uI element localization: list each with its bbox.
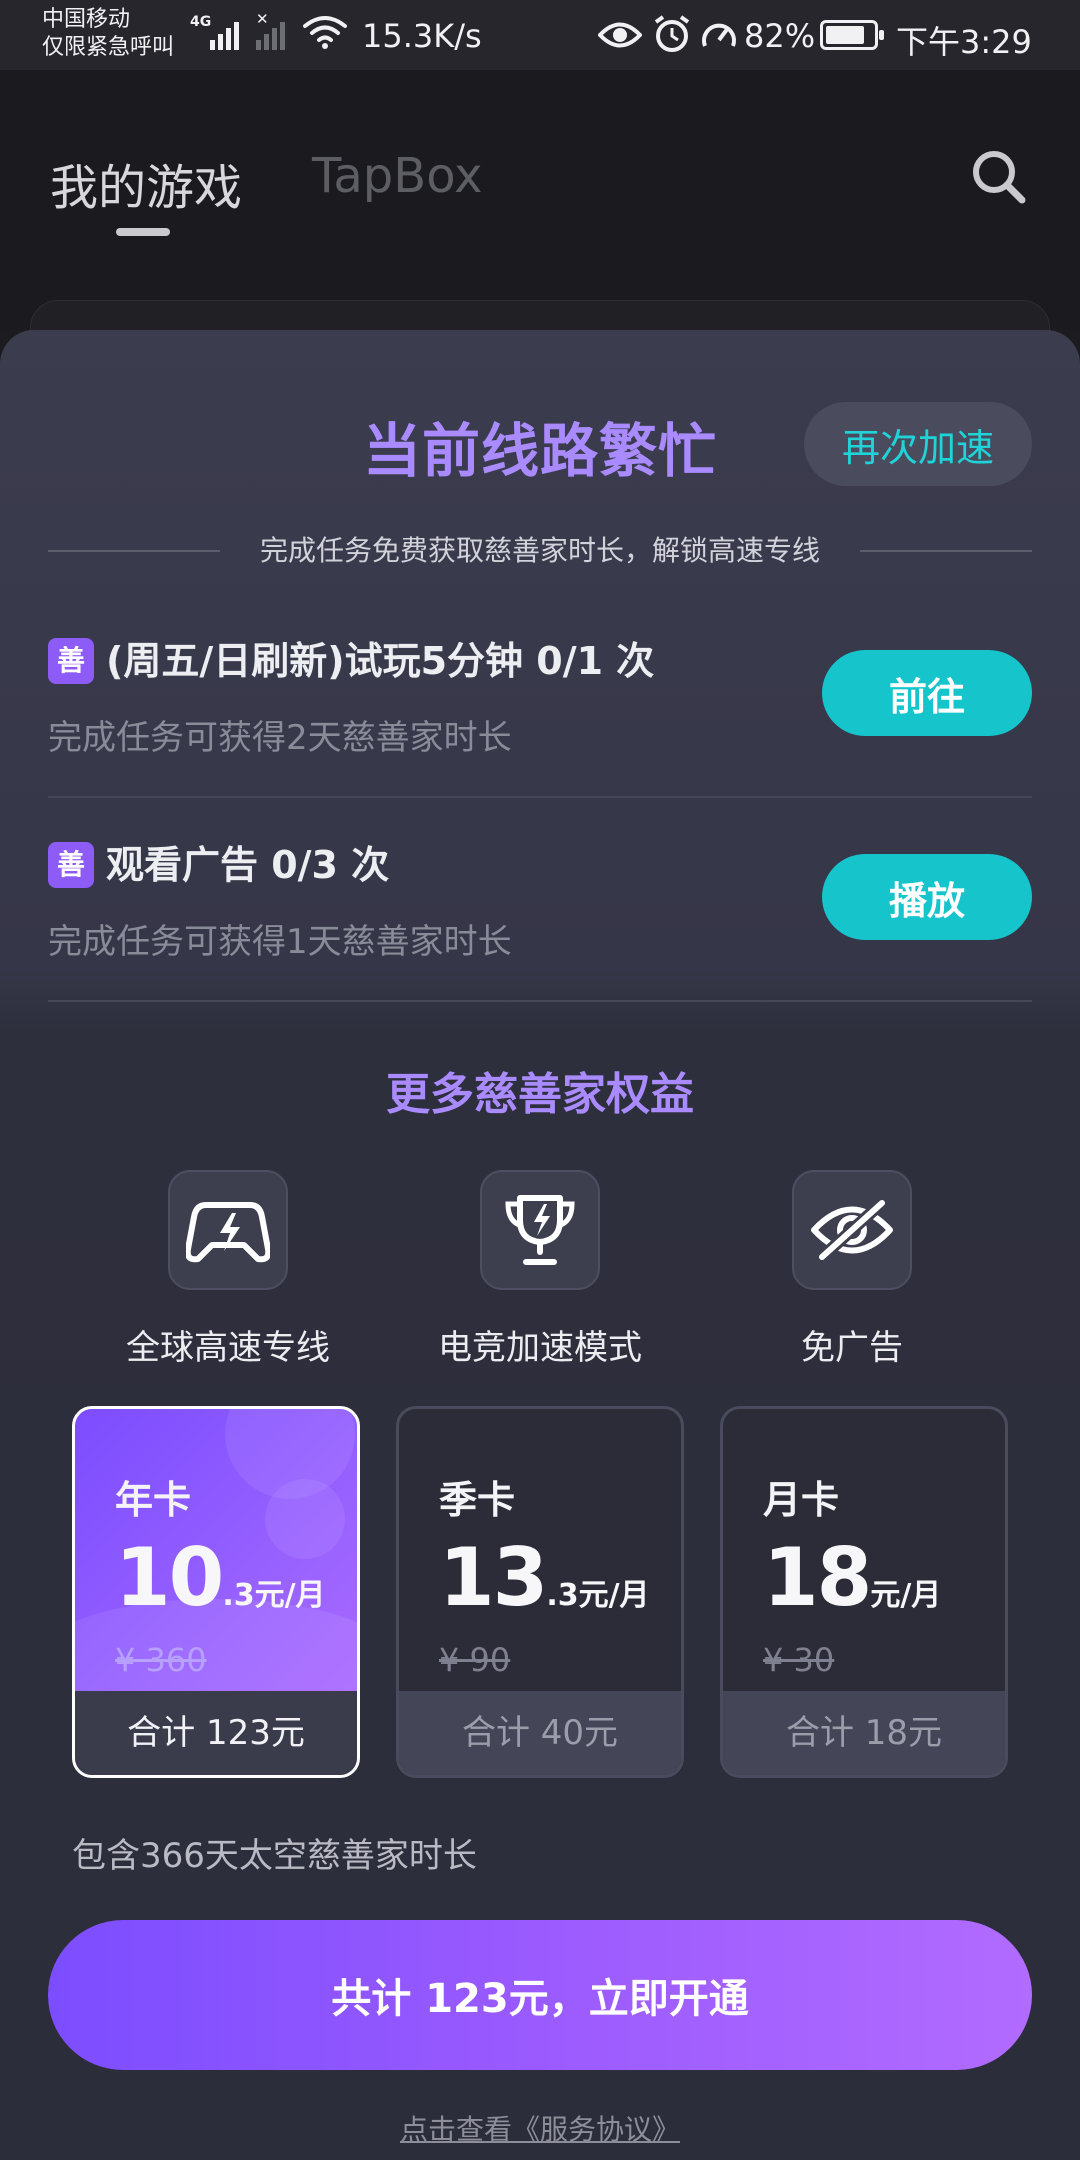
plan-name: 年卡: [115, 1478, 192, 1522]
tab-tapbox[interactable]: TapBox: [312, 148, 482, 204]
reaccelerate-button[interactable]: 再次加速: [804, 402, 1032, 486]
network-type: 4G: [190, 14, 212, 30]
task-title: (周五/日刷新)试玩5分钟 0/1 次: [106, 639, 655, 683]
charity-badge: 善: [48, 638, 94, 684]
price-unit: 元/月: [870, 1578, 942, 1613]
plan-card-yearly[interactable]: 年卡 10.3元/月 ¥ 360 合计 123元: [72, 1406, 360, 1778]
wifi-icon: [303, 16, 347, 49]
plan-total: 合计 123元: [75, 1691, 357, 1775]
task-divider: [48, 1000, 1032, 1002]
plan-price: 13.3元/月: [439, 1531, 650, 1624]
plan-price: 18元/月: [763, 1531, 941, 1624]
benefit-esports-mode: 电竞加速模式: [390, 1170, 690, 1369]
original-price: ¥ 90: [439, 1641, 511, 1679]
task-title: 观看广告 0/3 次: [106, 843, 390, 887]
benefit-no-ads: 免广告: [702, 1170, 1002, 1369]
tab-my-games[interactable]: 我的游戏: [50, 148, 242, 218]
carrier-name: 中国移动: [42, 7, 131, 32]
plan-note: 包含366天太空慈善家时长: [72, 1836, 477, 1876]
price-integer: 18: [763, 1531, 872, 1624]
plan-price: 10.3元/月: [115, 1531, 326, 1624]
battery-percent: 82%: [744, 17, 816, 55]
plan-total: 合计 18元: [723, 1691, 1005, 1775]
eye-off-icon: [811, 1196, 893, 1264]
carrier-status: 仅限紧急呼叫: [42, 35, 175, 60]
benefit-global-line: 全球高速专线: [78, 1170, 378, 1369]
search-icon[interactable]: [970, 148, 1028, 206]
task-reward: 完成任务可获得2天慈善家时长: [48, 718, 512, 758]
original-price: ¥ 360: [115, 1641, 207, 1679]
service-agreement-link[interactable]: 点击查看《服务协议》: [0, 2108, 1080, 2148]
gamepad-lightning-icon: [186, 1202, 270, 1263]
benefit-label: 全球高速专线: [126, 1328, 330, 1368]
cell-signal-icon: [210, 14, 239, 50]
alarm-icon: [654, 15, 690, 52]
benefit-label: 免广告: [801, 1328, 903, 1368]
acceleration-sheet: 当前线路繁忙 再次加速 完成任务免费获取慈善家时长，解锁高速专线 善 (周五/日…: [0, 330, 1080, 2160]
task-divider: [48, 796, 1032, 798]
task-item-watch-ad: 善 观看广告 0/3 次 完成任务可获得1天慈善家时长 播放: [48, 840, 1032, 1040]
carrier-info: 中国移动 仅限紧急呼叫: [42, 6, 174, 62]
status-bar: 中国移动 仅限紧急呼叫 4G ✕ 15.3K/s 82% 下午3:29: [0, 0, 1080, 70]
play-ad-button[interactable]: 播放: [822, 854, 1032, 940]
plan-total: 合计 40元: [399, 1691, 681, 1775]
charity-badge: 善: [48, 842, 94, 888]
app-header: 我的游戏 TapBox: [0, 70, 1080, 360]
cell-signal-2-icon: [256, 14, 285, 50]
data-saver-icon: [702, 23, 736, 47]
plan-card-monthly[interactable]: 月卡 18元/月 ¥ 30 合计 18元: [720, 1406, 1008, 1778]
divider-line-right: [860, 550, 1032, 552]
eye-comfort-icon: [598, 22, 642, 48]
price-integer: 10: [115, 1531, 224, 1624]
plan-card-quarterly[interactable]: 季卡 13.3元/月 ¥ 90 合计 40元: [396, 1406, 684, 1778]
price-integer: 13: [439, 1531, 548, 1624]
subscribe-button[interactable]: 共计 123元，立即开通: [48, 1920, 1032, 2070]
clock: 下午3:29: [896, 23, 1032, 61]
plan-name: 季卡: [439, 1478, 516, 1522]
battery-icon: [820, 20, 884, 50]
battery-level: [826, 26, 864, 44]
trophy-icon: [505, 1195, 575, 1265]
original-price: ¥ 30: [763, 1641, 835, 1679]
price-unit: .3元/月: [222, 1578, 326, 1613]
benefit-label: 电竞加速模式: [438, 1328, 642, 1368]
task-reward: 完成任务可获得1天慈善家时长: [48, 922, 512, 962]
benefits-title: 更多慈善家权益: [386, 1069, 694, 1120]
active-tab-indicator: [116, 228, 170, 236]
task-section-divider: 完成任务免费获取慈善家时长，解锁高速专线: [48, 528, 1032, 574]
network-speed: 15.3K/s: [362, 17, 482, 55]
price-unit: .3元/月: [546, 1578, 650, 1613]
plan-name: 月卡: [763, 1478, 840, 1522]
go-button[interactable]: 前往: [822, 650, 1032, 736]
task-item-trial: 善 (周五/日刷新)试玩5分钟 0/1 次 完成任务可获得2天慈善家时长 前往: [48, 636, 1032, 836]
